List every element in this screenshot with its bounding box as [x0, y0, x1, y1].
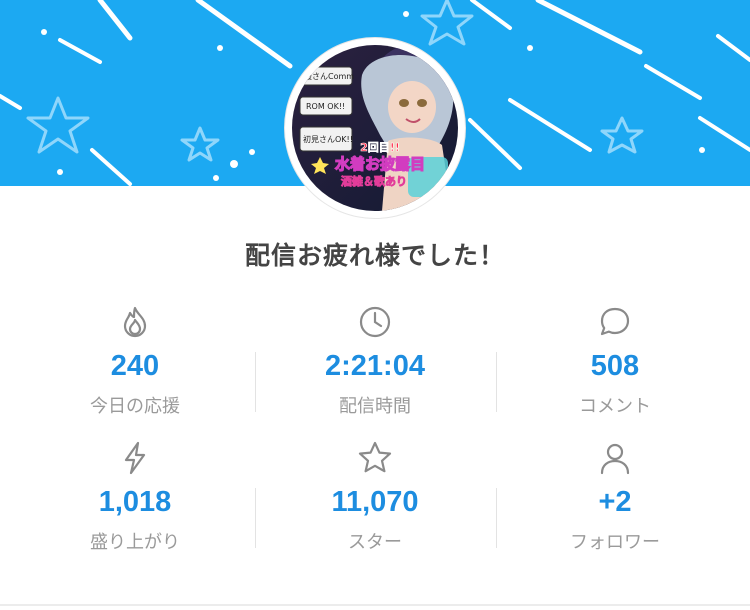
stats-grid: 240 今日の応援 2:21:04 配信時間 508 コメント 1,018 盛り…	[15, 300, 735, 572]
column-divider	[496, 488, 497, 548]
stat-label: スター	[348, 532, 402, 553]
stat-value: 11,070	[331, 486, 419, 518]
lightning-icon	[117, 440, 153, 476]
column-divider	[496, 352, 497, 412]
stats-row-2: 1,018 盛り上がり 11,070 スター +2 フォロワー	[15, 436, 735, 572]
stat-value: 508	[590, 350, 640, 382]
stat-label: コメント	[579, 396, 651, 417]
stat-label: フォロワー	[570, 532, 660, 553]
stat-followers: +2 フォロワー	[495, 436, 735, 572]
column-divider	[255, 488, 256, 548]
avatar-text-line-3: 酒雑＆歌あり	[341, 174, 407, 188]
avatar-image: 最さんComm ROM OK!! 初見さんOK!! 2回目!! 水着お披露目 酒…	[292, 45, 458, 211]
stat-value: +2	[598, 486, 632, 518]
stat-value: 2:21:04	[325, 350, 425, 382]
stat-label: 盛り上がり	[90, 532, 180, 553]
avatar-side-label-1: 最さんComm	[304, 72, 354, 81]
streamer-avatar[interactable]: 最さんComm ROM OK!! 初見さんOK!! 2回目!! 水着お披露目 酒…	[285, 38, 465, 218]
stat-label: 配信時間	[339, 396, 411, 417]
stat-cheers: 240 今日の応援	[15, 300, 255, 436]
stat-stream-time: 2:21:04 配信時間	[255, 300, 495, 436]
avatar-text-line-1: 2回目!!	[360, 140, 400, 154]
avatar-text-line-2: 水着お披露目	[335, 155, 425, 173]
stat-value: 240	[110, 350, 160, 382]
star-icon	[357, 440, 393, 476]
column-divider	[255, 352, 256, 412]
stats-row-1: 240 今日の応援 2:21:04 配信時間 508 コメント	[15, 300, 735, 436]
flame-icon	[117, 304, 153, 340]
stat-value: 1,018	[98, 486, 172, 518]
bottom-divider	[0, 604, 750, 606]
person-icon	[597, 440, 633, 476]
avatar-side-label-2: ROM OK!!	[306, 102, 345, 111]
speech-bubble-icon	[597, 304, 633, 340]
stat-label: 今日の応援	[90, 396, 180, 417]
clock-icon	[357, 304, 393, 340]
avatar-illustration: 最さんComm ROM OK!! 初見さんOK!! 2回目!! 水着お披露目 酒…	[292, 45, 458, 211]
headline: 配信お疲れ様でした！	[244, 241, 505, 270]
stat-excitement: 1,018 盛り上がり	[15, 436, 255, 572]
stat-stars: 11,070 スター	[255, 436, 495, 572]
stat-comments: 508 コメント	[495, 300, 735, 436]
avatar-side-label-3: 初見さんOK!!	[303, 134, 353, 144]
stream-summary-card: 最さんComm ROM OK!! 初見さんOK!! 2回目!! 水着お披露目 酒…	[0, 0, 750, 610]
